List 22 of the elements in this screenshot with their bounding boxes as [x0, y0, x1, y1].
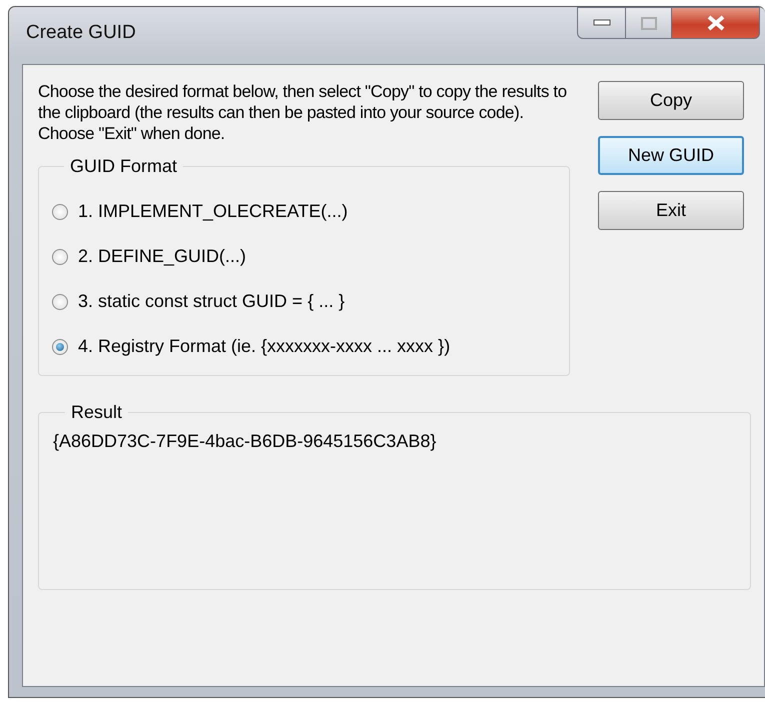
dialog-button[interactable]: Exit: [598, 191, 744, 230]
maximize-button[interactable]: [626, 7, 672, 39]
option-label[interactable]: 3. static const struct GUID = { ... }: [78, 291, 345, 312]
radio-button[interactable]: [52, 338, 68, 354]
minimize-icon: [592, 19, 610, 27]
guid-value: {A86DD73C-7F9E-4bac-B6DB-9645156C3AB8}: [53, 431, 438, 452]
instruction-text: Choose the desired format below, then select "Copy" to copy the results to the clipboard (the results can then be pasted into your source code). Choose "Exit" when done.: [38, 81, 568, 144]
option-label[interactable]: 1. IMPLEMENT_OLECREATE(...): [78, 201, 348, 222]
group-title: GUID Format: [69, 156, 178, 177]
option-label[interactable]: 2. DEFINE_GUID(...): [78, 246, 246, 267]
radio-button[interactable]: [52, 204, 68, 220]
radio-button[interactable]: [52, 294, 68, 310]
close-icon: [706, 15, 724, 31]
dialog-button[interactable]: Copy: [598, 81, 744, 120]
option-label[interactable]: 4. Registry Format (ie. {xxxxxxx-xxxx ... xxxx }): [78, 336, 450, 357]
group-title: Result: [70, 402, 124, 423]
minimize-button[interactable]: [577, 7, 626, 39]
radio-button[interactable]: [52, 248, 68, 264]
dialog-button[interactable]: New GUID: [598, 136, 744, 175]
maximize-icon: [640, 16, 656, 30]
close-button[interactable]: [672, 7, 760, 39]
window-title: Create GUID: [26, 22, 137, 44]
